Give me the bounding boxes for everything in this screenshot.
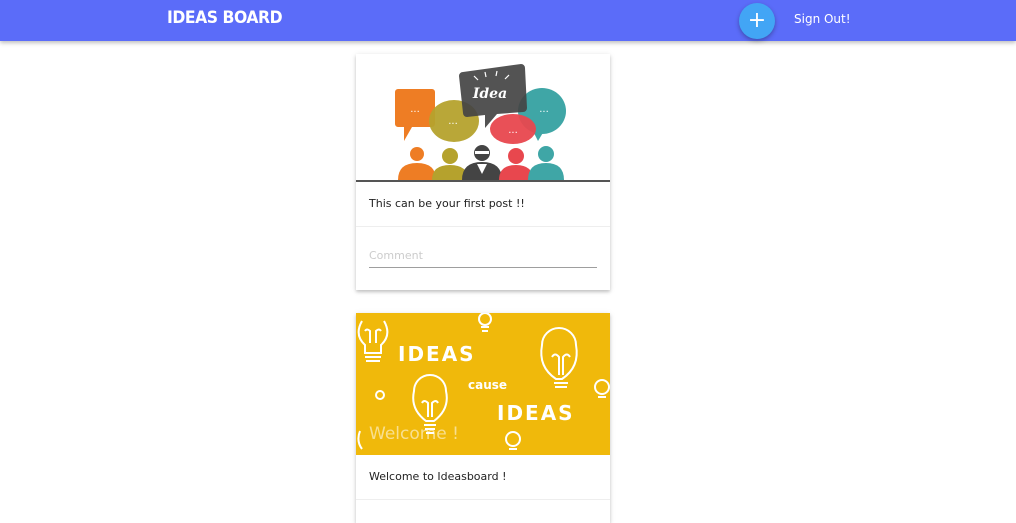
comment-section: [356, 227, 610, 287]
svg-text:IDEAS: IDEAS: [497, 401, 575, 425]
svg-text:cause: cause: [468, 378, 507, 392]
svg-text:IDEAS: IDEAS: [398, 342, 476, 366]
svg-text:...: ...: [508, 125, 518, 136]
svg-text:...: ...: [539, 104, 549, 115]
post-image: IDEAS cause IDEAS Welcome !: [356, 313, 610, 455]
svg-text:...: ...: [448, 116, 458, 127]
post-card: ... ... ... ... Idea This can be your fi…: [356, 54, 610, 290]
post-text: This can be your first post !!: [356, 182, 610, 227]
top-navbar: IDEAS BOARD + Sign Out!: [0, 0, 1016, 41]
post-text: Welcome to Ideasboard !: [356, 455, 610, 500]
post-image-title: Welcome !: [369, 424, 459, 444]
sign-out-link[interactable]: Sign Out!: [794, 12, 851, 26]
post-image: ... ... ... ... Idea: [356, 54, 610, 182]
svg-text:Idea: Idea: [472, 86, 507, 102]
add-post-button[interactable]: +: [739, 3, 775, 39]
brand-logo[interactable]: IDEAS BOARD: [167, 8, 283, 28]
svg-text:...: ...: [410, 104, 420, 115]
people-speech-bubbles-illustration: ... ... ... ... Idea: [395, 64, 566, 180]
post-card: IDEAS cause IDEAS Welcome ! Welcome to I…: [356, 313, 610, 523]
comment-input[interactable]: [369, 243, 597, 268]
